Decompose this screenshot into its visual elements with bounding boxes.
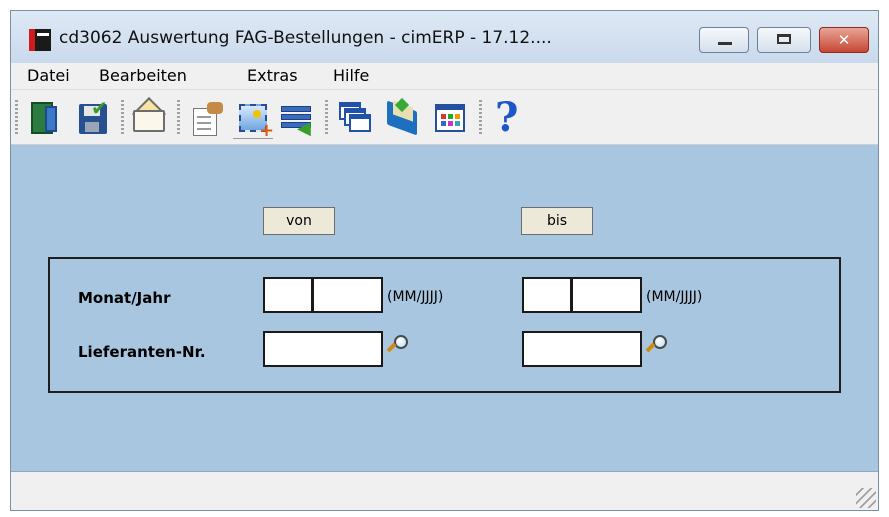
mail-icon[interactable] xyxy=(129,97,169,138)
maximize-icon xyxy=(777,34,791,44)
toolbar: ✔ + ◀ ? xyxy=(11,89,878,145)
form-area: von bis Monat/Jahr (MM/JJJJ) (MM/JJJJ) L… xyxy=(11,145,878,471)
application-window: cd3062 Auswertung FAG-Bestellungen - cim… xyxy=(10,10,879,511)
status-bar xyxy=(11,471,878,510)
grid-icon[interactable] xyxy=(431,100,471,138)
resize-grip-icon[interactable] xyxy=(856,488,876,508)
menu-extras[interactable]: Extras xyxy=(247,66,298,85)
monat-jahr-von-field[interactable] xyxy=(263,277,383,313)
menu-hilfe[interactable]: Hilfe xyxy=(333,66,369,85)
close-icon: ✕ xyxy=(837,31,851,49)
toolbar-separator xyxy=(121,100,124,136)
toolbar-separator xyxy=(177,100,180,136)
toolbar-separator xyxy=(479,100,482,136)
new-record-icon[interactable]: + xyxy=(233,100,274,140)
help-icon[interactable]: ? xyxy=(489,94,529,141)
exit-door-icon[interactable] xyxy=(25,100,65,138)
close-button[interactable]: ✕ xyxy=(819,27,869,53)
lieferant-von-search-icon[interactable] xyxy=(386,335,410,357)
lieferanten-nr-label: Lieferanten-Nr. xyxy=(78,343,206,361)
book-icon[interactable] xyxy=(383,97,423,138)
monat-jahr-label: Monat/Jahr xyxy=(78,289,171,307)
windows-icon[interactable] xyxy=(335,100,375,138)
monat-jahr-von-format: (MM/JJJJ) xyxy=(387,289,444,305)
monat-jahr-bis-format: (MM/JJJJ) xyxy=(646,289,703,305)
menu-bearbeiten[interactable]: Bearbeiten xyxy=(99,66,187,85)
app-icon[interactable] xyxy=(29,29,51,51)
minimize-button[interactable] xyxy=(699,27,749,53)
menu-bar: Datei Bearbeiten Extras Hilfe xyxy=(11,63,878,89)
toolbar-grip[interactable] xyxy=(15,100,18,136)
minimize-icon xyxy=(718,42,732,45)
title-bar[interactable]: cd3062 Auswertung FAG-Bestellungen - cim… xyxy=(11,11,878,63)
list-transfer-icon[interactable]: ◀ xyxy=(277,100,317,139)
document-edit-icon[interactable] xyxy=(187,100,227,138)
menu-datei[interactable]: Datei xyxy=(27,66,70,85)
lieferant-von-field[interactable] xyxy=(263,331,383,367)
bis-header: bis xyxy=(521,207,593,235)
toolbar-separator xyxy=(325,100,328,136)
monat-jahr-bis-field[interactable] xyxy=(522,277,642,313)
save-icon[interactable]: ✔ xyxy=(73,96,113,138)
window-title: cd3062 Auswertung FAG-Bestellungen - cim… xyxy=(59,28,552,48)
filter-group: Monat/Jahr (MM/JJJJ) (MM/JJJJ) Lieferant… xyxy=(48,257,841,393)
von-header: von xyxy=(263,207,335,235)
lieferant-bis-search-icon[interactable] xyxy=(645,335,669,357)
maximize-button[interactable] xyxy=(757,27,811,53)
lieferant-bis-field[interactable] xyxy=(522,331,642,367)
